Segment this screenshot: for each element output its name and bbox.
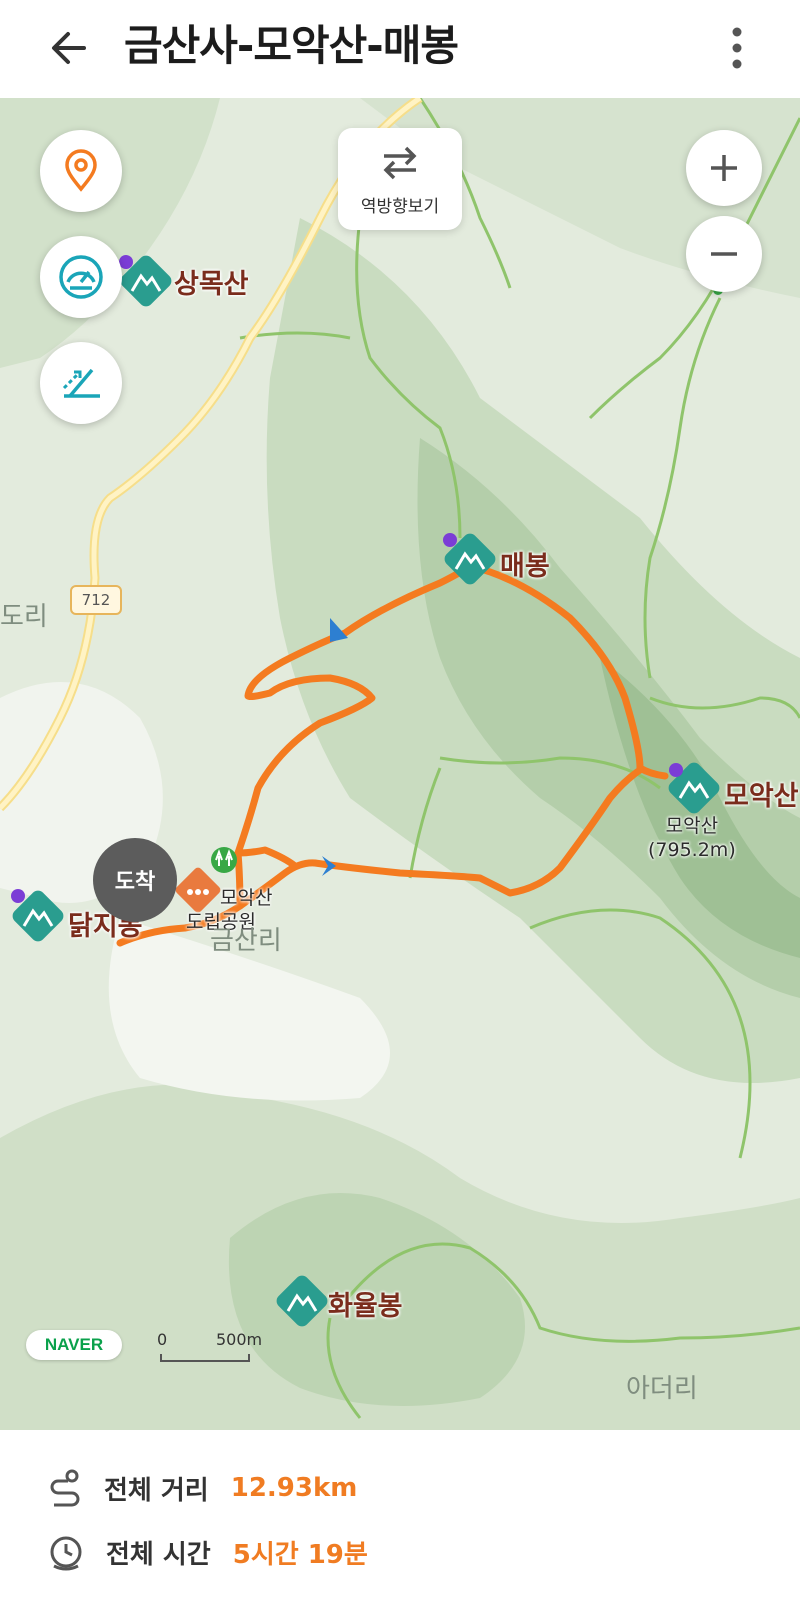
road-number-badge: 712	[70, 585, 122, 615]
distance-row: 전체 거리 12.93km	[48, 1466, 357, 1510]
moaksan-sub-name: 모악산	[665, 815, 719, 837]
speedometer-icon	[59, 255, 103, 299]
clock-icon	[50, 1536, 82, 1571]
distance-label: 전체 거리	[104, 1475, 209, 1506]
naver-logo: NAVER	[26, 1330, 122, 1360]
more-vertical-icon[interactable]	[720, 24, 754, 72]
park-line1: 모악산	[220, 887, 273, 909]
scale-bar: 0 500m	[157, 1330, 280, 1362]
speedometer-button[interactable]	[40, 236, 122, 318]
minus-icon	[711, 252, 737, 256]
route-summary: 전체 거리 12.93km 전체 시간 5시간 19분	[0, 1430, 800, 1611]
route-distance-icon	[50, 1469, 80, 1507]
label-moaksan-detail: 모악산 (795.2m)	[648, 814, 736, 862]
map-view[interactable]: 상목산 매봉 모악산 모악산 (795.2m) 닭지봉 모악산 도립공원 금산리…	[0, 98, 800, 1430]
label-hwayulbong: 화율봉	[328, 1291, 403, 1322]
time-value: 5시간 19분	[232, 1539, 368, 1570]
reverse-label: 역방향보기	[360, 197, 440, 217]
time-label: 전체 시간	[106, 1539, 211, 1570]
slope-button[interactable]	[40, 342, 122, 424]
distance-value: 12.93km	[230, 1473, 358, 1503]
label-bottom-village: 아더리	[626, 1374, 698, 1404]
plus-icon	[711, 155, 737, 181]
park-icon	[211, 847, 237, 873]
moaksan-sub-height: (795.2m)	[648, 839, 736, 861]
label-maebong: 매봉	[500, 551, 550, 582]
location-pin-icon	[65, 149, 97, 192]
label-left-village: 도리	[0, 602, 48, 632]
scale-max: 500m	[216, 1330, 263, 1349]
swap-arrows-icon	[383, 146, 417, 180]
zoom-in-button[interactable]	[686, 130, 762, 206]
arrival-marker: 도착	[93, 838, 177, 922]
scale-zero: 0	[157, 1330, 168, 1349]
slope-icon	[62, 368, 100, 398]
reverse-direction-button[interactable]: 역방향보기	[338, 128, 462, 230]
zoom-out-button[interactable]	[686, 216, 762, 292]
label-village: 금산리	[210, 926, 282, 956]
label-sangmoksan: 상목산	[174, 269, 249, 300]
time-row: 전체 시간 5시간 19분	[48, 1530, 368, 1574]
page-title: 금산사-모악산-매봉	[124, 21, 459, 70]
header: 금산사-모악산-매봉	[0, 0, 800, 98]
label-moaksan: 모악산	[724, 781, 799, 812]
location-pin-button[interactable]	[40, 130, 122, 212]
back-arrow-icon[interactable]	[44, 26, 96, 70]
map-canvas	[0, 98, 800, 1430]
